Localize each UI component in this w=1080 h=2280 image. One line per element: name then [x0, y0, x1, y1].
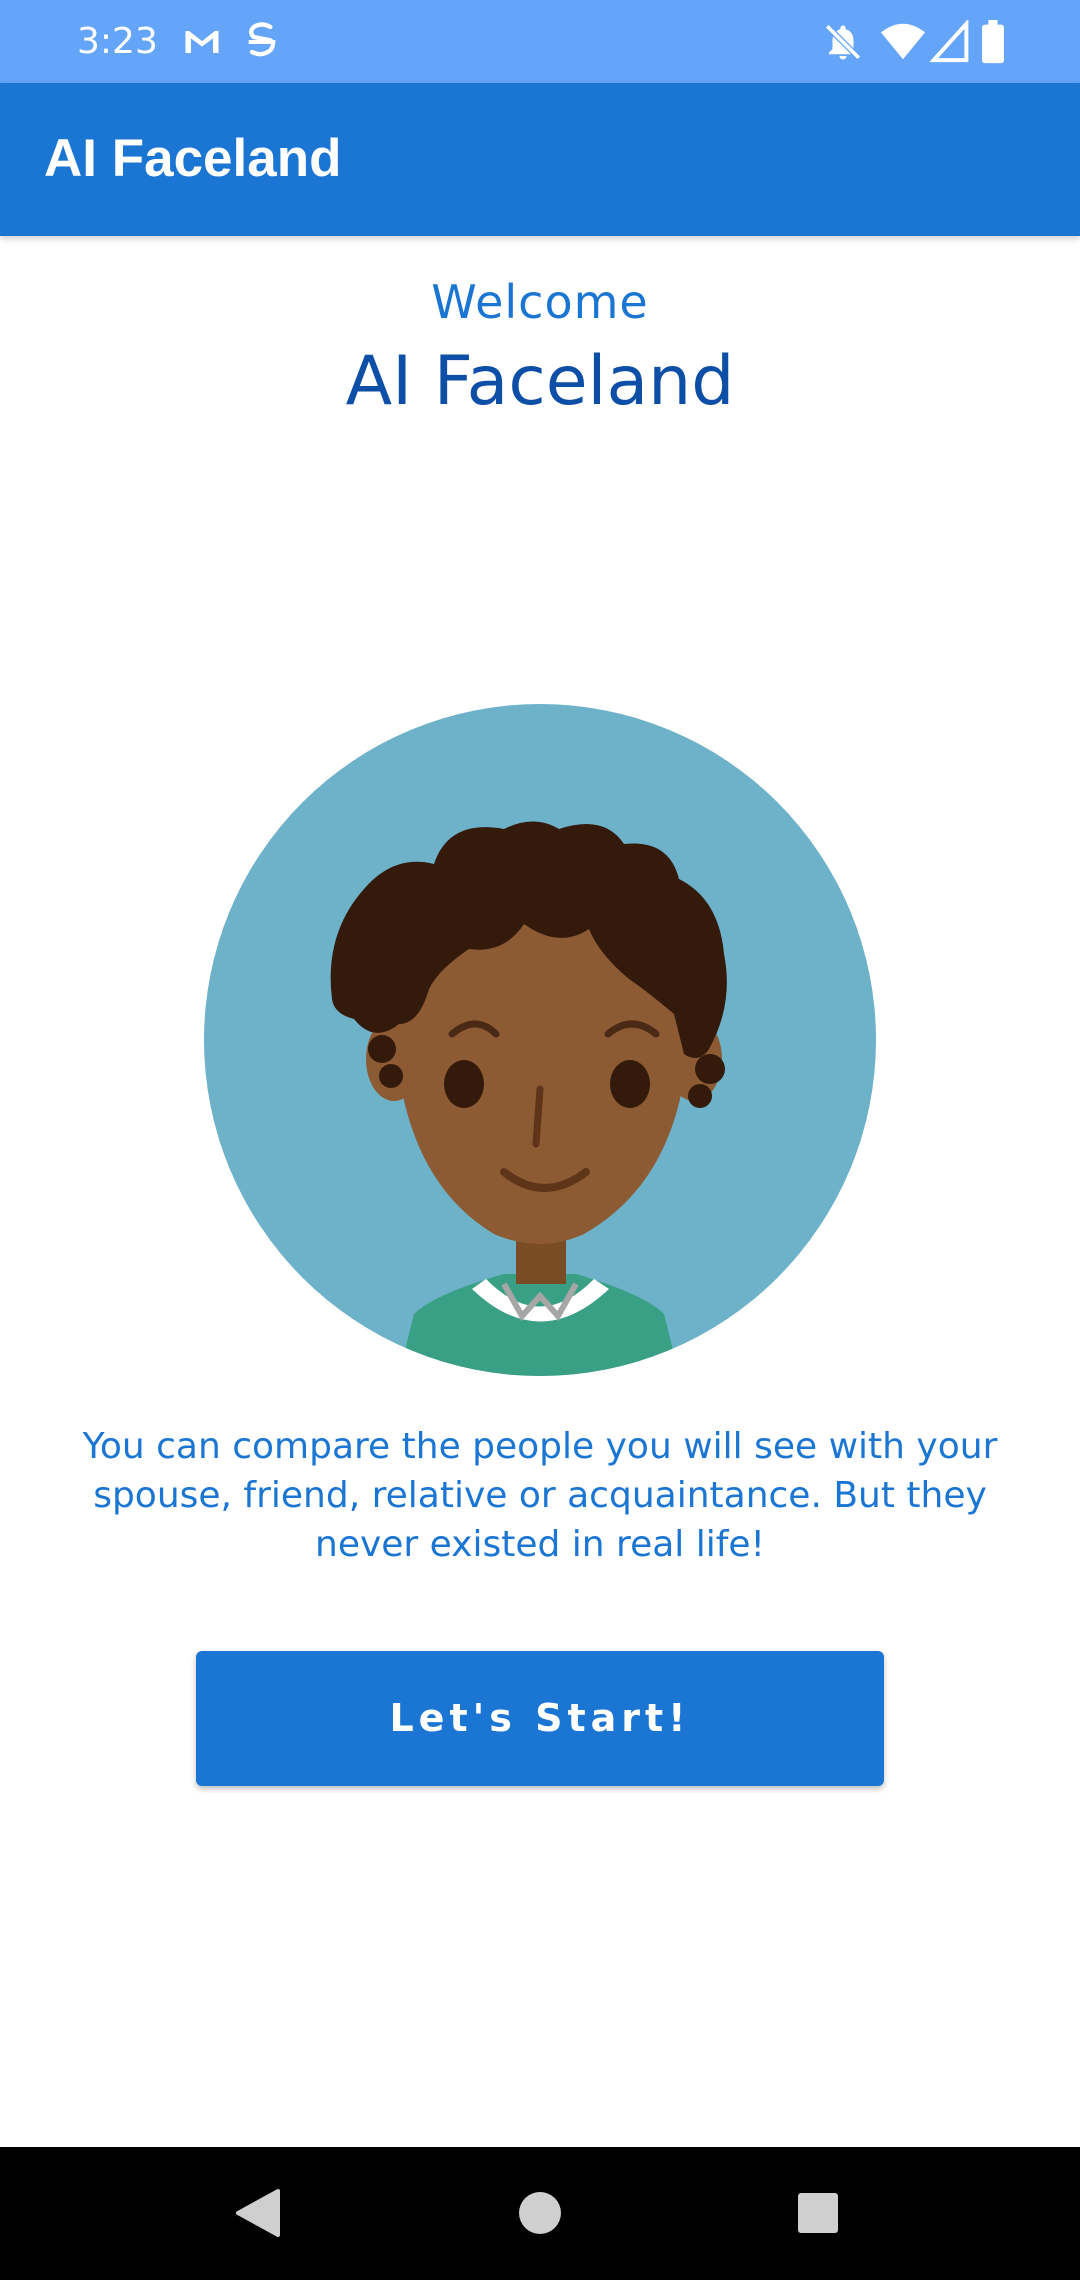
description-text: You can compare the people you will see …: [82, 1426, 998, 1565]
sync-icon: [242, 20, 282, 69]
gmail-icon: [180, 20, 224, 69]
battery-icon: [980, 20, 1006, 69]
back-icon[interactable]: [222, 2177, 294, 2249]
home-icon[interactable]: [504, 2177, 576, 2249]
app-bar: AI Faceland: [0, 83, 1080, 236]
start-button[interactable]: Let's Start!: [196, 1651, 884, 1786]
notifications-off-icon: [822, 20, 864, 69]
recents-icon[interactable]: [782, 2177, 854, 2249]
status-bar: 3:23: [0, 0, 1080, 83]
status-time: 3:23: [77, 21, 158, 62]
screen: 3:23 AI Faceland Welcome AI Faceland You…: [0, 0, 1080, 2280]
headline: AI Faceland: [345, 342, 735, 421]
navigation-bar: [0, 2147, 1080, 2280]
wifi-icon: [880, 20, 926, 69]
welcome-text: Welcome: [431, 275, 649, 329]
signal-icon: [929, 18, 970, 69]
avatar-illustration: [204, 704, 876, 1376]
app-title: AI Faceland: [44, 129, 342, 188]
